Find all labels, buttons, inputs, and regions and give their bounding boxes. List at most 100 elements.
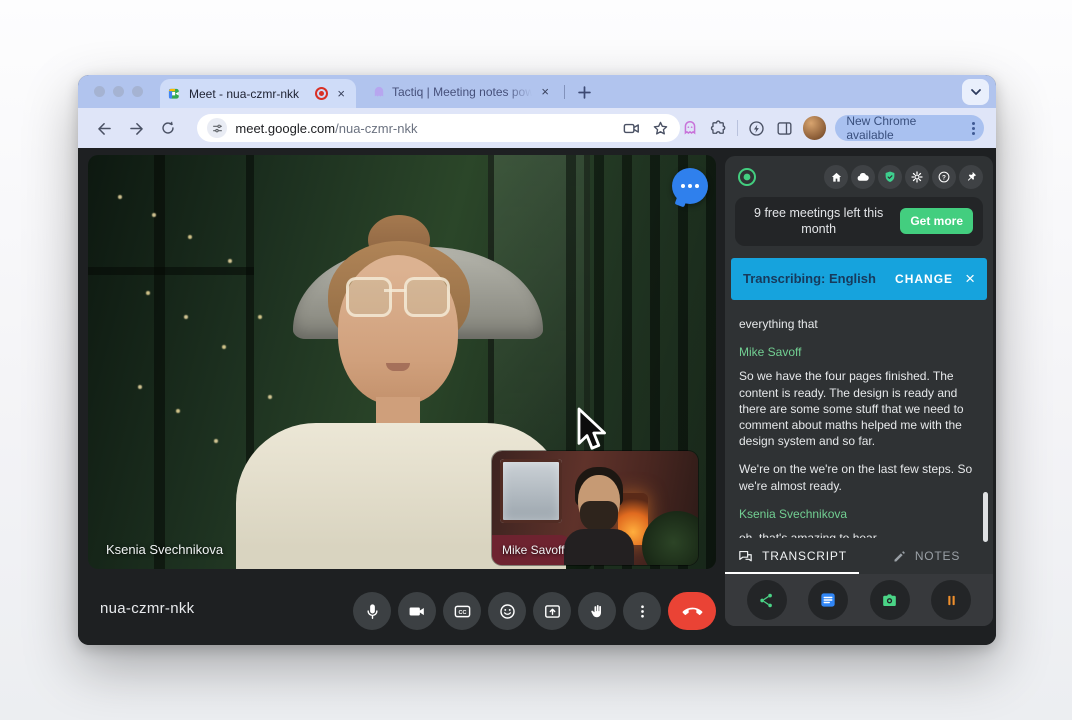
reload-icon[interactable] bbox=[156, 115, 182, 141]
screenshot-button[interactable] bbox=[870, 580, 910, 620]
tab-transcript-label: TRANSCRIPT bbox=[762, 549, 847, 563]
pause-transcription-button[interactable] bbox=[931, 580, 971, 620]
transcribing-label: Transcribing: English bbox=[743, 271, 895, 286]
tab-transcript[interactable]: TRANSCRIPT bbox=[725, 538, 859, 574]
plant bbox=[642, 511, 698, 565]
close-banner-icon[interactable]: × bbox=[965, 270, 975, 287]
meet-page: Ksenia Svechnikova Mike Savoff bbox=[78, 148, 996, 645]
transcript-scrollbar[interactable] bbox=[983, 492, 988, 542]
export-to-docs-button[interactable] bbox=[808, 580, 848, 620]
camera-permission-icon[interactable] bbox=[622, 119, 641, 138]
beard bbox=[580, 501, 618, 531]
zoom-window-button[interactable] bbox=[132, 86, 143, 97]
participant-mike bbox=[564, 467, 634, 565]
end-call-button[interactable] bbox=[668, 592, 716, 630]
home-icon[interactable] bbox=[824, 165, 848, 189]
glasses-bridge bbox=[384, 289, 406, 292]
change-language-button[interactable]: CHANGE bbox=[895, 272, 953, 286]
site-settings-icon[interactable] bbox=[207, 118, 227, 138]
share-button[interactable] bbox=[747, 580, 787, 620]
bookmark-star-icon[interactable] bbox=[651, 119, 670, 138]
more-menu-icon[interactable] bbox=[969, 122, 978, 135]
sidebar-action-bar bbox=[725, 574, 993, 626]
tab-strip: Meet - nua-czmr-nkk × Tactiq | Meeting n… bbox=[78, 75, 996, 108]
settings-gear-icon[interactable] bbox=[905, 165, 929, 189]
desktop: Meet - nua-czmr-nkk × Tactiq | Meeting n… bbox=[0, 0, 1072, 720]
tab-notes-label: NOTES bbox=[915, 549, 960, 563]
profile-avatar[interactable] bbox=[803, 116, 827, 140]
tactiq-sidebar: ? 9 free meetings left this month Get mo… bbox=[725, 156, 993, 626]
string-lights bbox=[118, 195, 122, 199]
battery-saver-icon[interactable] bbox=[747, 119, 766, 138]
tactiq-chat-bubble-button[interactable] bbox=[672, 168, 708, 204]
microphone-button[interactable] bbox=[353, 592, 391, 630]
minimize-window-button[interactable] bbox=[113, 86, 124, 97]
captions-button[interactable]: CC bbox=[443, 592, 481, 630]
close-window-button[interactable] bbox=[94, 86, 105, 97]
url-bar[interactable]: meet.google.com/nua-czmr-nkk bbox=[197, 114, 679, 142]
reactions-button[interactable] bbox=[488, 592, 526, 630]
close-tab-icon[interactable]: × bbox=[538, 84, 552, 99]
pip-window bbox=[500, 459, 562, 523]
browser-window: Meet - nua-czmr-nkk × Tactiq | Meeting n… bbox=[78, 75, 996, 645]
transcript-line: oh, that's amazing to hear bbox=[739, 530, 977, 538]
help-icon[interactable]: ? bbox=[932, 165, 956, 189]
garden-window-frame bbox=[154, 155, 165, 569]
meet-controls: CC bbox=[353, 592, 716, 630]
toolbar-right-cluster: New Chrome available bbox=[680, 115, 984, 141]
more-options-button[interactable] bbox=[623, 592, 661, 630]
main-participant-name: Ksenia Svechnikova bbox=[106, 542, 223, 557]
back-icon[interactable] bbox=[92, 115, 118, 141]
pin-icon[interactable] bbox=[959, 165, 983, 189]
glasses-left bbox=[346, 277, 392, 317]
transcript-line: We're on the we're on the last few steps… bbox=[739, 461, 977, 493]
tactiq-header: ? bbox=[725, 156, 993, 193]
tab-label: Meet - nua-czmr-nkk bbox=[189, 87, 309, 101]
transcribing-banner: Transcribing: English CHANGE × bbox=[731, 258, 987, 300]
transcript-line: everything that bbox=[739, 316, 977, 332]
chrome-update-label: New Chrome available bbox=[846, 114, 965, 142]
quota-card: 9 free meetings left this month Get more bbox=[735, 197, 983, 246]
meet-favicon bbox=[168, 86, 183, 101]
close-tab-icon[interactable]: × bbox=[334, 86, 348, 101]
tab-meet[interactable]: Meet - nua-czmr-nkk × bbox=[160, 79, 356, 108]
tab-divider bbox=[564, 85, 565, 99]
svg-text:CC: CC bbox=[458, 610, 466, 616]
side-panel-icon[interactable] bbox=[775, 119, 794, 138]
shield-check-icon[interactable] bbox=[878, 165, 902, 189]
new-tab-button[interactable] bbox=[572, 80, 596, 104]
present-button[interactable] bbox=[533, 592, 571, 630]
speaker-name: Ksenia Svechnikova bbox=[739, 506, 977, 522]
tab-tactiq[interactable]: Tactiq | Meeting notes powe × bbox=[364, 75, 560, 108]
toolbar-divider bbox=[737, 120, 738, 136]
extensions-puzzle-icon[interactable] bbox=[709, 119, 728, 138]
recording-indicator-icon bbox=[315, 87, 328, 100]
tactiq-favicon bbox=[372, 85, 386, 99]
url-domain: meet.google.com bbox=[235, 121, 335, 136]
quota-text: 9 free meetings left this month bbox=[745, 205, 892, 238]
url-text: meet.google.com/nua-czmr-nkk bbox=[235, 121, 417, 136]
raise-hand-button[interactable] bbox=[578, 592, 616, 630]
chrome-update-button[interactable]: New Chrome available bbox=[835, 115, 984, 141]
cloud-icon[interactable] bbox=[851, 165, 875, 189]
transcript-line: So we have the four pages finished. The … bbox=[739, 368, 977, 449]
transcript-panel[interactable]: everything that Mike Savoff So we have t… bbox=[725, 308, 993, 538]
glasses-right bbox=[404, 277, 450, 317]
meeting-code: nua-czmr-nkk bbox=[100, 600, 194, 617]
get-more-button[interactable]: Get more bbox=[900, 208, 973, 234]
recording-target-icon bbox=[737, 167, 757, 187]
shirt bbox=[564, 529, 634, 565]
tab-notes[interactable]: NOTES bbox=[859, 538, 993, 574]
pip-participant-name: Mike Savoff bbox=[502, 543, 564, 557]
forward-icon[interactable] bbox=[124, 115, 150, 141]
speaker-name: Mike Savoff bbox=[739, 344, 977, 360]
main-video-tile[interactable]: Ksenia Svechnikova Mike Savoff bbox=[88, 155, 716, 569]
tab-search-button[interactable] bbox=[962, 79, 989, 105]
tactiq-extension-icon[interactable] bbox=[680, 118, 700, 138]
window-controls bbox=[94, 86, 143, 97]
browser-toolbar: meet.google.com/nua-czmr-nkk bbox=[78, 108, 996, 148]
pip-video-tile[interactable]: Mike Savoff bbox=[492, 451, 698, 565]
camera-button[interactable] bbox=[398, 592, 436, 630]
sidebar-tabs: TRANSCRIPT NOTES bbox=[725, 538, 993, 574]
url-path: /nua-czmr-nkk bbox=[335, 121, 417, 136]
